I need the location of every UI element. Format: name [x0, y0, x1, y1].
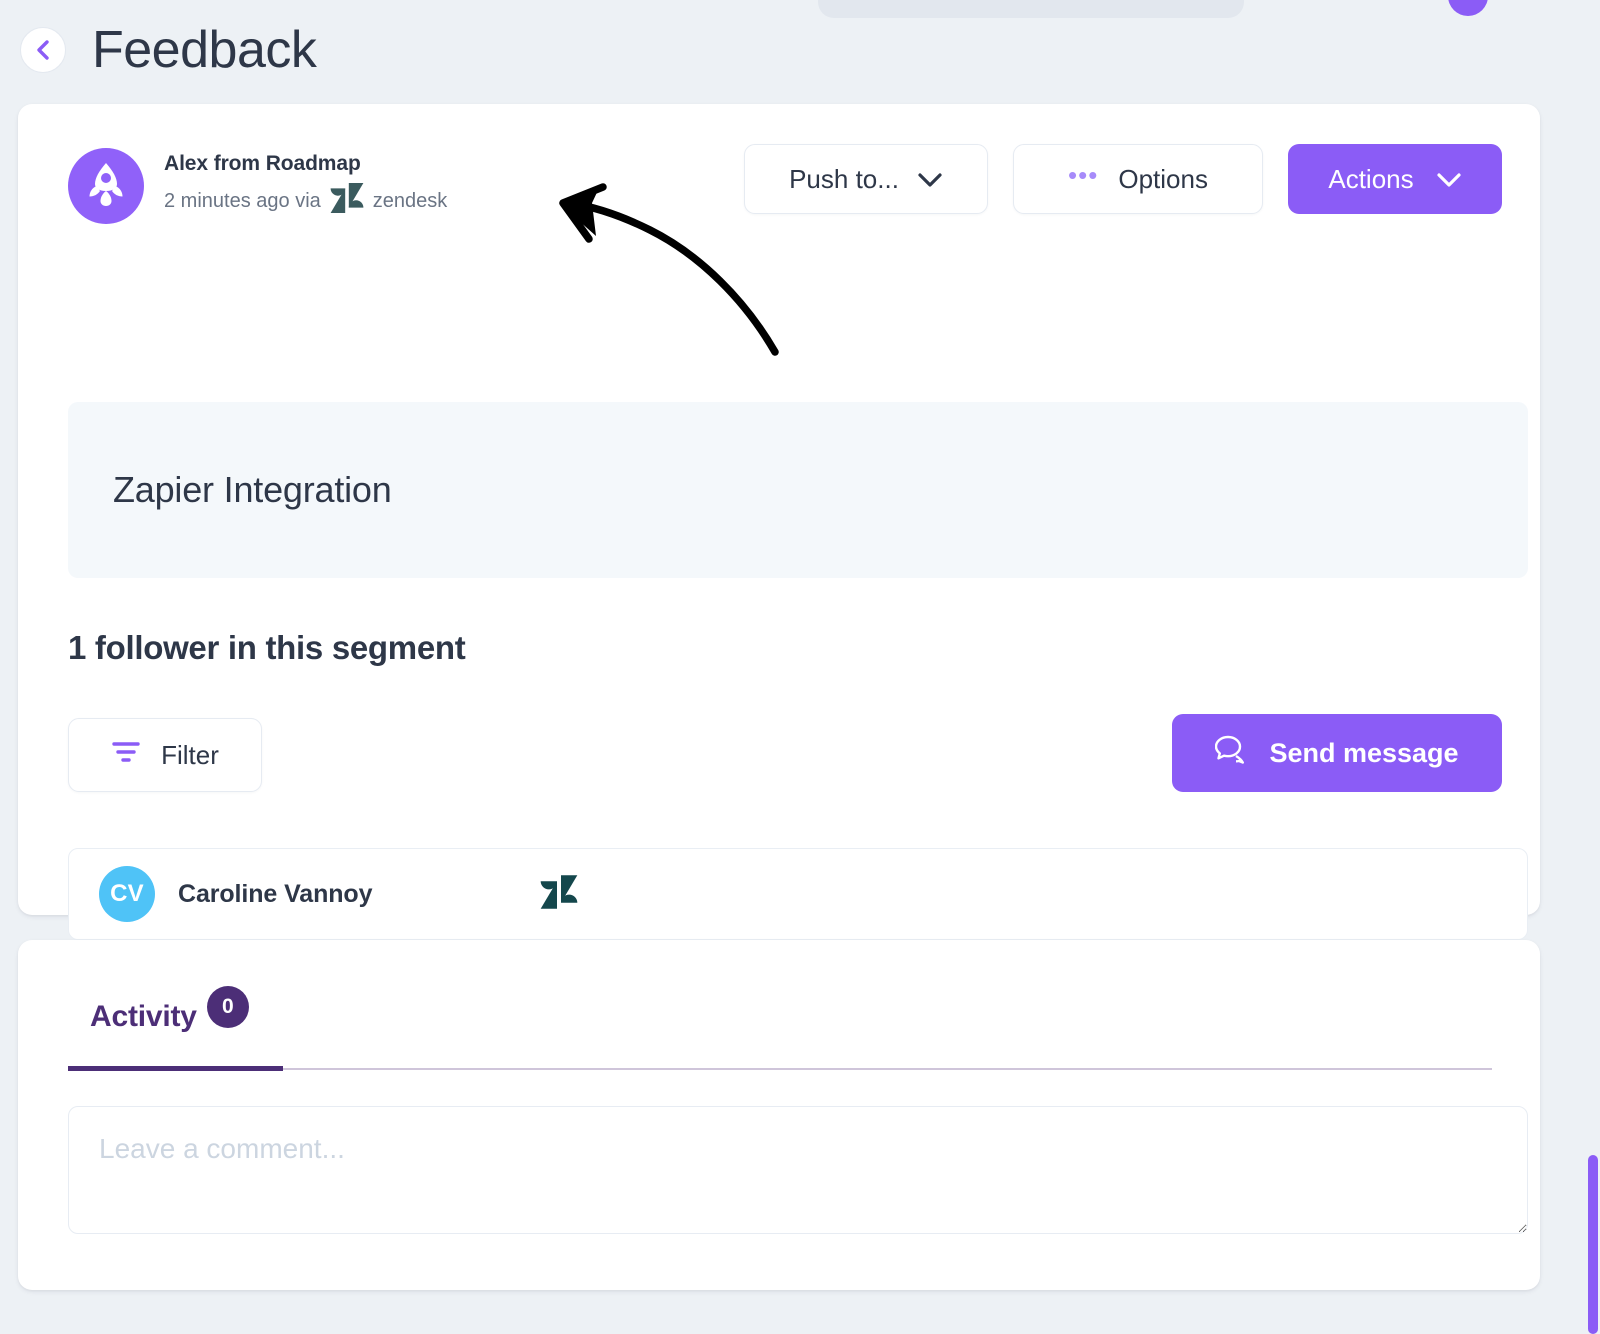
actions-button[interactable]: Actions: [1288, 144, 1502, 214]
feedback-timestamp-row: 2 minutes ago via zendesk: [164, 182, 447, 221]
zendesk-logo-icon: [540, 874, 578, 915]
scrollbar-track[interactable]: [1588, 0, 1600, 1334]
chevron-down-icon: [1436, 164, 1462, 195]
actions-label: Actions: [1328, 163, 1414, 194]
ellipsis-icon: •••: [1068, 160, 1099, 190]
scrollbar-thumb[interactable]: [1588, 1155, 1598, 1334]
filter-button[interactable]: Filter: [68, 718, 262, 792]
feedback-timestamp: 2 minutes ago via: [164, 190, 321, 213]
author-info: Alex from Roadmap 2 minutes ago via zend…: [164, 151, 447, 221]
feedback-title-box[interactable]: Zapier Integration: [68, 402, 1528, 578]
filter-label: Filter: [161, 739, 219, 770]
page-header: Feedback: [0, 0, 1600, 100]
chevron-down-icon: [917, 164, 943, 195]
options-button[interactable]: ••• Options: [1013, 144, 1263, 214]
push-to-button[interactable]: Push to...: [744, 144, 988, 214]
feedback-title: Zapier Integration: [113, 469, 392, 510]
feedback-meta: Alex from Roadmap 2 minutes ago via zend…: [68, 148, 447, 224]
author-name: Alex from Roadmap: [164, 151, 361, 175]
app-page: Feedback Alex from Roadmap 2 minutes ago…: [0, 0, 1600, 1334]
tab-activity-label: Activity: [90, 1000, 197, 1033]
send-message-label: Send message: [1269, 737, 1459, 768]
tab-activity[interactable]: Activity 0: [68, 986, 283, 1071]
filter-icon: [111, 739, 141, 772]
list-item[interactable]: CV Caroline Vannoy: [68, 848, 1528, 940]
follower-source: [540, 874, 578, 915]
send-message-button[interactable]: Send message: [1172, 714, 1502, 792]
back-button[interactable]: [20, 27, 66, 73]
author-avatar: [68, 148, 144, 224]
activity-card: Activity 0: [18, 940, 1540, 1290]
feedback-source-label: zendesk: [372, 190, 448, 213]
followers-heading: 1 follower in this segment: [68, 629, 466, 666]
comment-input[interactable]: [68, 1106, 1528, 1234]
push-to-label: Push to...: [789, 163, 899, 194]
status-badge: 0: [206, 986, 249, 1028]
rocket-icon: [84, 161, 128, 212]
options-label: Options: [1118, 163, 1208, 194]
chevron-left-icon: [33, 38, 53, 62]
feedback-card: Alex from Roadmap 2 minutes ago via zend…: [18, 104, 1540, 940]
chat-bubble-icon: [1215, 735, 1249, 772]
page-title: Feedback: [92, 21, 317, 79]
zendesk-logo-icon: [330, 182, 364, 221]
feedback-toolbar: Push to... ••• Options Actions: [744, 144, 1502, 214]
follower-name: Caroline Vannoy: [178, 879, 373, 908]
avatar: CV: [99, 866, 155, 922]
activity-tabs: Activity 0: [68, 986, 1492, 1071]
